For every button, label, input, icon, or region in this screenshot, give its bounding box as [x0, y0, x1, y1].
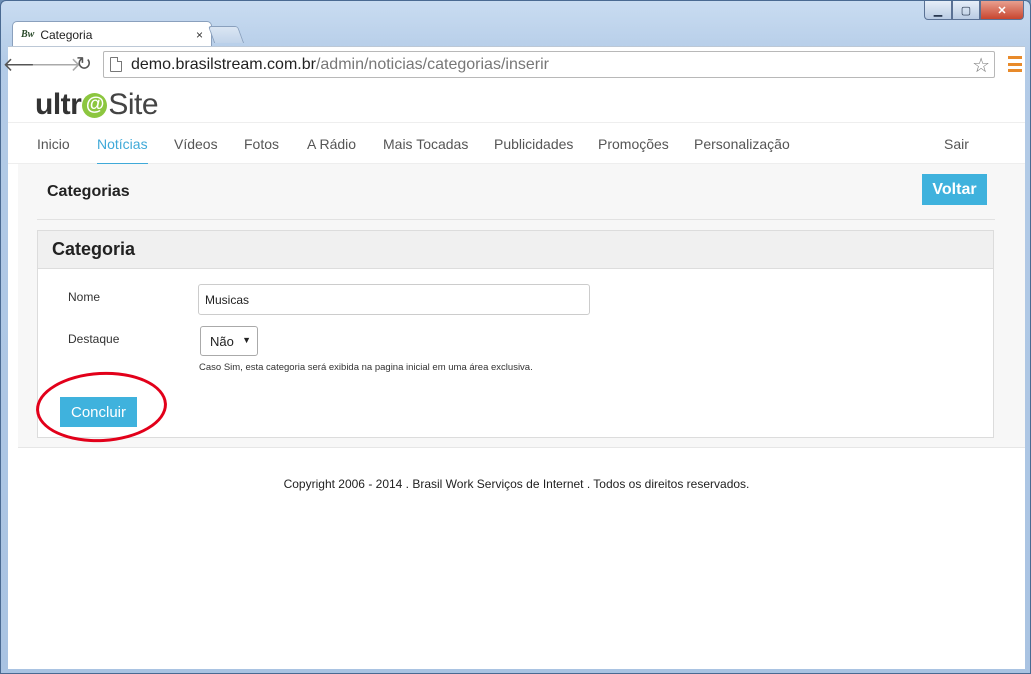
- nav-item-a-radio[interactable]: A Rádio: [307, 136, 356, 152]
- nav-item-fotos[interactable]: Fotos: [244, 136, 279, 152]
- nav-item-personalizacao[interactable]: Personalização: [694, 136, 790, 152]
- concluir-button[interactable]: Concluir: [60, 397, 137, 427]
- footer-copyright: Copyright 2006 - 2014 . Brasil Work Serv…: [283, 477, 750, 491]
- browser-tab[interactable]: Bw Categoria ×: [12, 21, 212, 47]
- panel-title: Categoria: [38, 231, 993, 269]
- address-bar[interactable]: demo.brasilstream.com.br/admin/noticias/…: [103, 51, 995, 78]
- nav-item-mais-tocadas[interactable]: Mais Tocadas: [383, 136, 468, 152]
- nav-item-promocoes[interactable]: Promoções: [598, 136, 669, 152]
- minimize-button[interactable]: ▁: [924, 1, 952, 20]
- main-nav: Inicio Notícias Vídeos Fotos A Rádio Mai…: [8, 122, 1025, 166]
- destaque-selected-value: Não: [210, 333, 234, 349]
- category-form-panel: Categoria Nome Destaque Não ▼ Caso Sim, …: [37, 230, 994, 438]
- page-title: Categorias: [47, 183, 130, 200]
- tab-title: Categoria: [40, 27, 93, 42]
- at-icon: @: [82, 92, 108, 118]
- destaque-hint: Caso Sim, esta categoria será exibida na…: [199, 362, 533, 373]
- nome-label: Nome: [68, 290, 101, 304]
- content-area: Categorias Voltar Categoria Nome Destaqu…: [18, 164, 1025, 448]
- nav-item-videos[interactable]: Vídeos: [174, 136, 218, 152]
- nav-item-publicidades[interactable]: Publicidades: [494, 136, 573, 152]
- url-text: demo.brasilstream.com.br/admin/noticias/…: [131, 55, 549, 73]
- browser-toolbar: 🡐 🡒 ↻ demo.brasilstream.com.br/admin/not…: [3, 46, 1025, 82]
- nav-item-noticias[interactable]: Notícias: [97, 136, 148, 166]
- nav-item-inicio[interactable]: Inicio: [37, 136, 70, 152]
- divider: [37, 219, 995, 220]
- browser-window: ▁ ▢ ✕ Bw Categoria × 🡐 🡒 ↻ demo.brasilst…: [0, 0, 1031, 674]
- site-logo[interactable]: ultr @ Site: [35, 88, 159, 122]
- destaque-select[interactable]: Não ▼: [200, 326, 258, 356]
- new-tab-button[interactable]: [207, 26, 245, 43]
- nome-input[interactable]: [198, 284, 590, 315]
- window-caption-buttons: ▁ ▢ ✕: [924, 1, 1024, 20]
- nav-item-sair[interactable]: Sair: [944, 136, 969, 152]
- web-page: ultr @ Site Inicio Notícias Vídeos Fotos…: [8, 82, 1025, 669]
- destaque-label: Destaque: [68, 332, 120, 346]
- dropdown-arrow-icon: ▼: [242, 335, 251, 345]
- voltar-button[interactable]: Voltar: [922, 174, 987, 205]
- favicon-icon: Bw: [21, 29, 35, 40]
- reload-icon[interactable]: ↻: [70, 51, 98, 79]
- browser-menu-icon[interactable]: [1008, 56, 1022, 72]
- forward-arrow-icon[interactable]: 🡒: [31, 51, 82, 79]
- tab-close-icon[interactable]: ×: [196, 28, 203, 42]
- bookmark-star-icon[interactable]: ☆: [972, 53, 990, 78]
- maximize-button[interactable]: ▢: [952, 1, 980, 20]
- page-icon: [110, 57, 122, 72]
- close-window-button[interactable]: ✕: [980, 1, 1024, 20]
